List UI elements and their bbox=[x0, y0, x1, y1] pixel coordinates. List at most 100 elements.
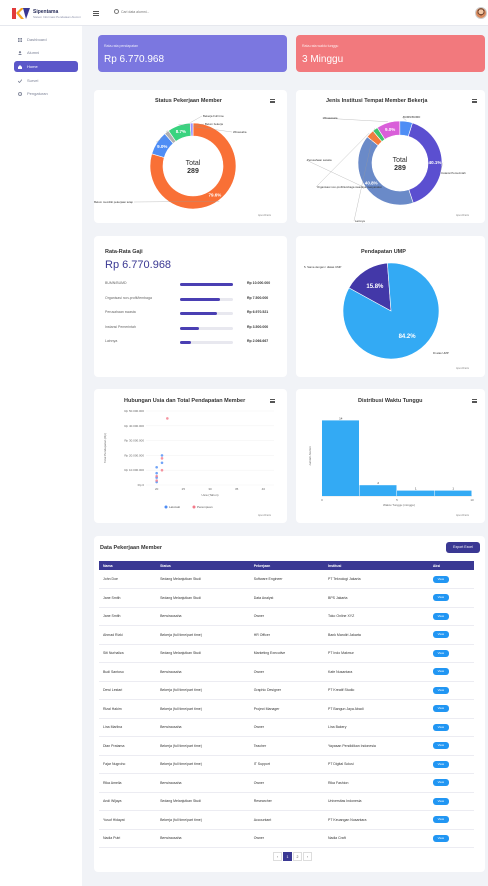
salary-row-amount: Rp 7.500.000 bbox=[247, 295, 269, 300]
view-button[interactable]: View bbox=[432, 742, 449, 750]
scatter-point[interactable] bbox=[155, 471, 158, 475]
table-cell: Berwirausaha bbox=[156, 718, 250, 737]
view-button[interactable]: View bbox=[432, 649, 449, 657]
table-cell: Accountant bbox=[249, 810, 324, 830]
slice-label: 9.0% bbox=[157, 144, 167, 149]
job-table-title: Data Pekerjaan Member bbox=[100, 545, 163, 551]
slice-label: 8.7% bbox=[176, 129, 186, 134]
scatter-point[interactable] bbox=[155, 479, 158, 482]
slice-label: 84.2% bbox=[399, 334, 417, 340]
sidebar-item-label: Dashboard bbox=[27, 37, 47, 42]
job-table: Nama Status Pekerjaan Institusi Aksi John Do… bbox=[99, 561, 474, 848]
cell-action: View bbox=[428, 810, 474, 830]
view-button[interactable]: View bbox=[432, 668, 449, 676]
slice-label: 40.1% bbox=[429, 160, 442, 165]
salary-bar-fill bbox=[180, 312, 218, 315]
scatter-point[interactable] bbox=[160, 461, 164, 465]
view-button[interactable]: View bbox=[432, 705, 449, 713]
table-cell: Graphic Designer bbox=[249, 681, 324, 700]
search-input[interactable] bbox=[121, 8, 181, 16]
view-button[interactable]: View bbox=[432, 797, 449, 805]
table-cell: Ahmad Rizki bbox=[99, 625, 157, 645]
column-header[interactable]: Pekerjaan bbox=[249, 561, 324, 570]
view-button[interactable]: View bbox=[432, 686, 449, 694]
table-cell: Jane Smith bbox=[99, 607, 157, 626]
x-tick-label: 35 bbox=[235, 487, 239, 491]
column-header[interactable]: Status bbox=[156, 561, 250, 570]
table-cell: Siti Nurhaliza bbox=[99, 644, 157, 663]
sidebar-item-dashboard[interactable]: Dashboard bbox=[14, 34, 78, 45]
slice-label: 15.8% bbox=[366, 284, 384, 290]
scatter-point[interactable] bbox=[160, 457, 164, 460]
wait-bar-chart: 1421 10 5 10Waktu Tunggu (minggu)Jumlah Alu… bbox=[308, 416, 474, 507]
column-header[interactable]: Aksi bbox=[428, 561, 474, 570]
view-button[interactable]: View bbox=[432, 594, 449, 602]
salary-row: Lainnya Rp 2.066.667 bbox=[105, 339, 285, 347]
table-cell: Yayasan Pendidikan Indonesia bbox=[323, 736, 429, 756]
sidebar-item-alumni[interactable]: Alumni bbox=[14, 47, 78, 58]
salary-bar-fill bbox=[180, 297, 220, 301]
table-cell: Sedang Melanjutkan Studi bbox=[156, 792, 250, 811]
hamburger-menu-icon[interactable] bbox=[93, 11, 99, 16]
salary-bar bbox=[180, 283, 233, 286]
table-cell: Berwirausaha bbox=[156, 829, 250, 848]
scatter-point[interactable] bbox=[160, 454, 164, 457]
scatter-plot: Rp 50.000.000 Rp 40.000.000 Rp 30.000.000 R… bbox=[103, 409, 274, 509]
view-button[interactable]: View bbox=[432, 760, 449, 768]
view-button[interactable]: View bbox=[432, 575, 449, 583]
x-tick-label: 10 bbox=[470, 498, 474, 502]
pagination-page[interactable]: 1 bbox=[283, 852, 292, 861]
slice-category-label: 5. Sama dengan / diatas UMP bbox=[304, 265, 341, 269]
scatter-point[interactable] bbox=[160, 468, 164, 472]
table-cell: Rika Amelia bbox=[99, 773, 157, 793]
table-cell: Teacher bbox=[249, 736, 324, 756]
column-header[interactable]: Nama bbox=[99, 561, 157, 570]
user-avatar[interactable] bbox=[475, 7, 487, 19]
bar[interactable] bbox=[322, 420, 359, 496]
bar[interactable] bbox=[359, 485, 397, 496]
salary-row-name: Organisasi non-profit/lembaga bbox=[105, 295, 152, 300]
salary-bar bbox=[180, 312, 233, 315]
x-tick-label: 25 bbox=[182, 487, 186, 491]
export-excel-button[interactable]: Export Excel bbox=[446, 542, 480, 553]
table-cell: Owner bbox=[249, 607, 324, 626]
salary-bar-fill bbox=[180, 341, 192, 344]
view-button[interactable]: View bbox=[432, 612, 449, 620]
scatter-point[interactable] bbox=[166, 417, 169, 420]
pagination-prev[interactable]: ‹ bbox=[273, 852, 282, 861]
view-button[interactable]: View bbox=[432, 816, 449, 824]
salary-row: Organisasi non-profit/lembaga Rp 7.500.0… bbox=[105, 296, 285, 304]
column-header[interactable]: Institusi bbox=[323, 561, 429, 570]
sidebar-item-pengaturan[interactable]: Pengaturan bbox=[14, 88, 78, 99]
table-cell: Owner bbox=[249, 773, 324, 793]
bar[interactable] bbox=[434, 490, 472, 496]
chart-watermark: ApexCharts bbox=[456, 367, 470, 370]
bar[interactable] bbox=[397, 490, 434, 496]
sidebar-item-survei[interactable]: Survei bbox=[14, 75, 78, 86]
view-button[interactable]: View bbox=[432, 723, 449, 731]
table-cell: Sedang Melanjutkan Studi bbox=[156, 570, 250, 589]
status-chart-card: Status Pekerjaan Member 79.6% Belum memil… bbox=[94, 90, 287, 223]
sidebar-item-home[interactable]: Home bbox=[14, 61, 78, 72]
table-row: Nadia Putri Berwirausaha Owner Nadia Craft V… bbox=[99, 829, 474, 848]
view-button[interactable]: View bbox=[432, 631, 449, 639]
view-button[interactable]: View bbox=[432, 779, 449, 787]
slice-category-label: Instansi Pemerintah bbox=[441, 171, 466, 175]
scatter-point[interactable] bbox=[155, 465, 158, 469]
table-row: Rika Amelia Berwirausaha Owner Rika Fashion… bbox=[99, 773, 474, 793]
view-button[interactable]: View bbox=[432, 834, 449, 842]
table-row: Ahmad Rizki Bekerja (full time/part time)… bbox=[99, 625, 474, 645]
salary-row-amount: Rp 3.500.000 bbox=[247, 324, 269, 329]
avg-income-label: Rata-rata pendapatan bbox=[104, 44, 139, 48]
search-icon bbox=[114, 9, 119, 14]
bar-value-label: 14 bbox=[339, 416, 343, 420]
pagination-page[interactable]: 2 bbox=[293, 852, 302, 861]
scatter-point[interactable] bbox=[155, 474, 158, 478]
table-cell: Bekerja (full time/part time) bbox=[156, 681, 250, 700]
chart-watermark: ApexCharts bbox=[456, 514, 470, 517]
salary-row-name: Lainnya bbox=[105, 339, 118, 343]
table-row: Budi Santoso Berwirausaha Owner Kafe Nusant… bbox=[99, 662, 474, 682]
table-row: Lina Marlina Berwirausaha Owner Lina Bakery… bbox=[99, 718, 474, 737]
slice-4[interactable] bbox=[189, 122, 194, 137]
pagination-next[interactable]: › bbox=[303, 852, 312, 861]
